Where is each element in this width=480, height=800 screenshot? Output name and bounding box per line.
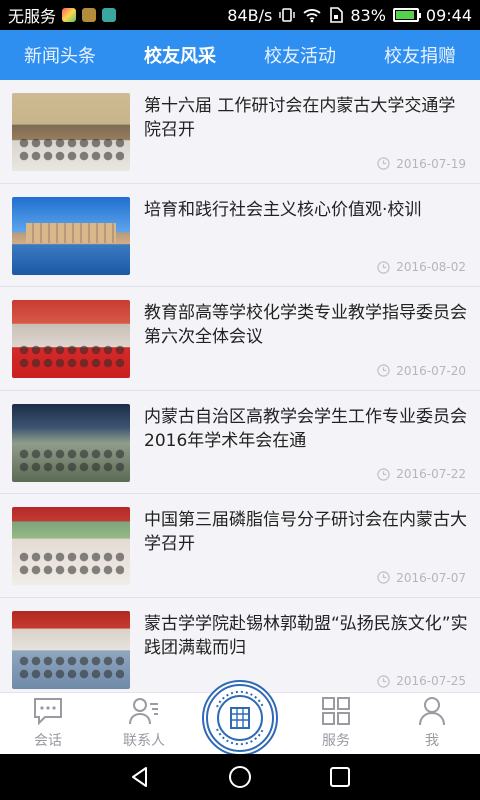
- news-thumbnail: [12, 196, 130, 275]
- carrier-text: 无服务: [8, 7, 57, 26]
- clock-icon: [377, 571, 390, 584]
- network-speed: 84B/s: [227, 5, 273, 25]
- nav-chat-label: 会话: [34, 733, 62, 749]
- news-item[interactable]: 内蒙古自治区高教学会学生工作专业委员会2016年学术年会在通 2016-07-2…: [0, 390, 480, 494]
- news-thumbnail: [12, 93, 130, 171]
- app-notification-icon: [82, 8, 97, 22]
- clock-icon: [377, 364, 390, 377]
- nav-me-label: 我: [425, 733, 439, 749]
- news-item[interactable]: 蒙古学学院赴锡林郭勒盟“弘扬民族文化”实践团满载而归 2016-07-25: [0, 597, 480, 692]
- news-date-text: 2016-07-22: [396, 467, 466, 481]
- system-navigation-bar: [0, 754, 480, 800]
- news-date-text: 2016-08-02: [396, 260, 466, 274]
- home-icon[interactable]: [228, 765, 252, 789]
- news-item[interactable]: 培育和践行社会主义核心价值观·校训 2016-08-02: [0, 183, 480, 287]
- university-seal-icon: [206, 684, 274, 752]
- university-logo-button[interactable]: [202, 680, 278, 756]
- person-icon: [419, 697, 445, 726]
- battery-percent: 83%: [350, 5, 386, 25]
- news-thumbnail: [12, 610, 130, 689]
- clock-icon: [377, 260, 390, 274]
- news-date: 2016-07-07: [377, 571, 466, 585]
- news-list: 第十六届 工作研讨会在内蒙古大学交通学院召开 2016-07-19 培育和践行社…: [0, 80, 480, 692]
- battery-icon: [392, 8, 421, 22]
- news-item[interactable]: 教育部高等学校化学类专业教学指导委员会第六次全体会议 2016-07-20: [0, 287, 480, 391]
- category-tabs: 新闻头条 校友风采 校友活动 校友捐赠: [0, 30, 480, 80]
- recents-icon[interactable]: [328, 765, 352, 789]
- news-date: 2016-07-25: [377, 674, 466, 688]
- tab-news-headlines[interactable]: 新闻头条: [0, 30, 120, 80]
- news-date: 2016-08-02: [377, 260, 466, 274]
- clock-icon: [377, 674, 390, 688]
- nav-services-label: 服务: [322, 733, 350, 749]
- contacts-icon: [129, 698, 158, 725]
- grid-icon: [322, 697, 350, 725]
- wifi-icon: [303, 9, 321, 23]
- nav-contacts[interactable]: 联系人: [96, 693, 192, 754]
- nav-services[interactable]: 服务: [288, 693, 384, 754]
- nav-me[interactable]: 我: [384, 693, 480, 754]
- news-item[interactable]: 第十六届 工作研讨会在内蒙古大学交通学院召开 2016-07-19: [0, 80, 480, 184]
- news-date-text: 2016-07-07: [396, 570, 466, 585]
- chat-bubble-icon: [34, 698, 62, 726]
- nav-chat[interactable]: 会话: [0, 693, 96, 754]
- sim-icon: [330, 7, 344, 23]
- news-title: 第十六届 工作研讨会在内蒙古大学交通学院召开: [144, 96, 456, 140]
- vibrate-icon: [279, 8, 296, 22]
- news-item[interactable]: 中国第三届磷脂信号分子研讨会在内蒙古大学召开 2016-07-07: [0, 494, 480, 598]
- app-notification-icon: [62, 8, 77, 22]
- news-title: 蒙古学学院赴锡林郭勒盟“弘扬民族文化”实践团满载而归: [144, 613, 468, 658]
- clock-time: 09:44: [425, 5, 472, 25]
- news-date-text: 2016-07-25: [396, 674, 466, 688]
- clock-icon: [377, 157, 390, 170]
- news-date-text: 2016-07-19: [396, 156, 466, 171]
- news-date: 2016-07-20: [377, 364, 466, 378]
- news-thumbnail: [12, 300, 130, 378]
- back-icon[interactable]: [128, 765, 152, 789]
- news-thumbnail: [12, 507, 130, 585]
- app-notification-icon: [102, 8, 117, 22]
- news-title: 教育部高等学校化学类专业教学指导委员会第六次全体会议: [144, 303, 467, 347]
- news-date: 2016-07-19: [377, 157, 466, 171]
- clock-icon: [377, 467, 390, 481]
- news-title: 培育和践行社会主义核心价值观·校训: [144, 199, 422, 220]
- status-bar: 无服务 84B/s 83% 09:44: [0, 0, 480, 30]
- news-title: 内蒙古自治区高教学会学生工作专业委员会2016年学术年会在通: [144, 406, 467, 451]
- nav-contacts-label: 联系人: [123, 733, 165, 749]
- news-date-text: 2016-07-20: [396, 363, 466, 378]
- news-title: 中国第三届磷脂信号分子研讨会在内蒙古大学召开: [144, 510, 467, 554]
- news-date: 2016-07-22: [377, 467, 466, 481]
- tab-alumni-donations[interactable]: 校友捐赠: [360, 30, 480, 80]
- tab-alumni-style[interactable]: 校友风采: [120, 30, 240, 80]
- tab-alumni-activities[interactable]: 校友活动: [240, 30, 360, 80]
- news-thumbnail: [12, 403, 130, 482]
